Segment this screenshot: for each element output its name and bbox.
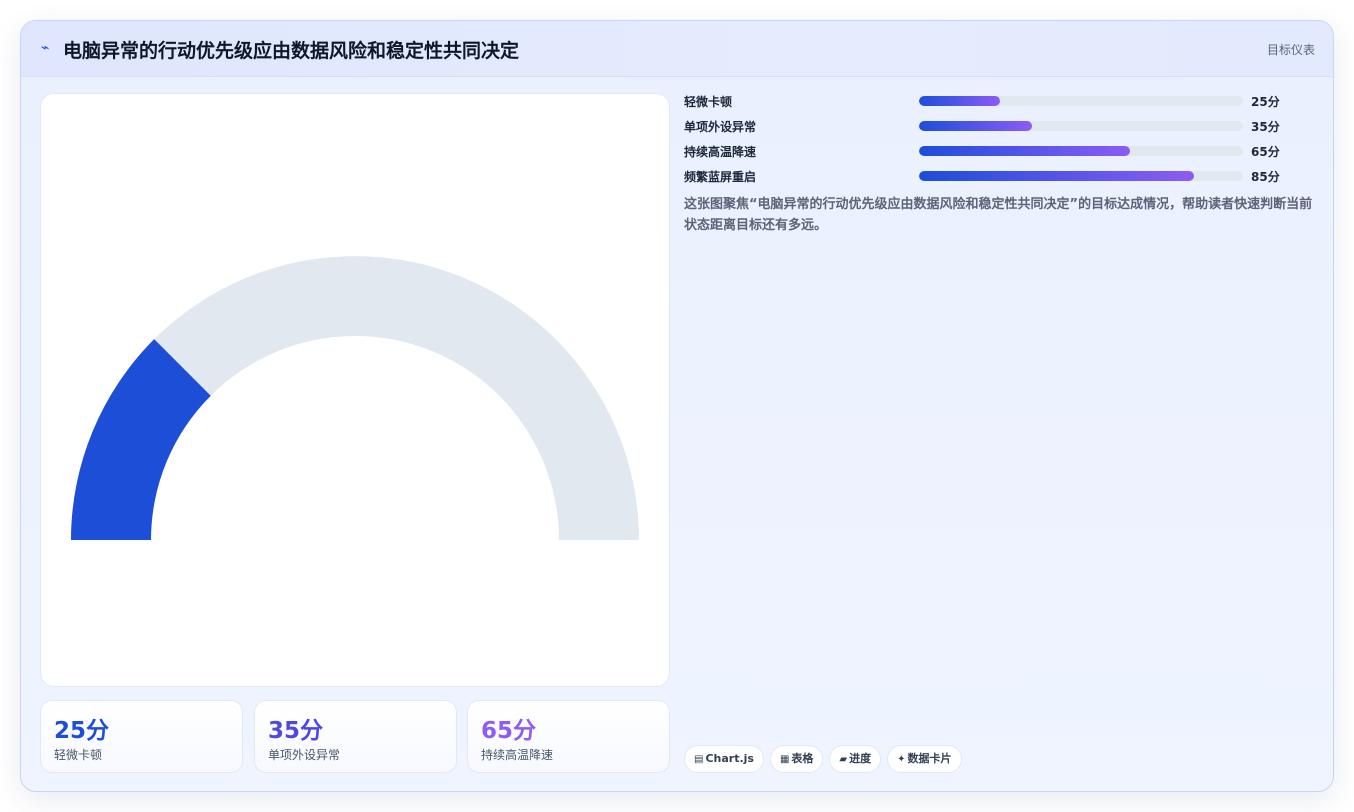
progress-fill xyxy=(919,171,1195,181)
stat-card: 65分 持续高温降速 xyxy=(467,700,670,773)
gauge-chart xyxy=(71,256,639,540)
stat-label: 轻微卡顿 xyxy=(54,748,103,762)
chip-label: 进度 xyxy=(849,752,872,765)
progress-fill xyxy=(919,146,1130,156)
progress-label: 频繁蓝屏重启 xyxy=(684,170,757,184)
progress-value: 65分 xyxy=(1251,145,1280,159)
tech-chips: ▤ Chart.js ▦ 表格 ▰ 进度 ✦ 数据卡片 xyxy=(684,745,968,773)
dashboard-card: ⌁ 电脑异常的行动优先级应由数据风险和稳定性共同决定 目标仪表 25分 轻微卡顿… xyxy=(20,20,1334,792)
progress-row: 单项外设异常 35分 xyxy=(684,118,1284,143)
progress-value: 25分 xyxy=(1251,95,1280,109)
chip-progress[interactable]: ▰ 进度 xyxy=(829,745,882,773)
stat-value: 25分 xyxy=(54,718,110,744)
progress-icon: ▰ xyxy=(839,754,848,765)
chip-data-card[interactable]: ✦ 数据卡片 xyxy=(887,745,962,773)
stat-card: 35分 单项外设异常 xyxy=(254,700,457,773)
progress-row: 轻微卡顿 25分 xyxy=(684,93,1284,118)
chart-description: 这张图聚焦“电脑异常的行动优先级应由数据风险和稳定性共同决定”的目标达成情况，帮… xyxy=(684,197,1313,233)
chip-label: 表格 xyxy=(791,752,814,765)
card-header: ⌁ 电脑异常的行动优先级应由数据风险和稳定性共同决定 目标仪表 xyxy=(21,21,1333,77)
chip-label: Chart.js xyxy=(705,752,754,765)
progress-label: 轻微卡顿 xyxy=(684,95,733,109)
gauge-panel xyxy=(40,93,670,687)
stat-value: 35分 xyxy=(268,718,324,744)
header-tag: 目标仪表 xyxy=(1266,43,1315,57)
progress-fill xyxy=(919,96,1000,106)
stat-label: 持续高温降速 xyxy=(481,748,554,762)
progress-track xyxy=(919,121,1243,131)
progress-label: 持续高温降速 xyxy=(684,145,757,159)
progress-list: 轻微卡顿 25分 单项外设异常 35分 持续高温降速 65分 频繁蓝屏重启 85… xyxy=(684,93,1284,193)
progress-track xyxy=(919,171,1243,181)
table-icon: ▦ xyxy=(779,754,790,765)
chip-chartjs[interactable]: ▤ Chart.js xyxy=(684,745,764,773)
chart-icon: ▤ xyxy=(694,754,704,765)
chip-table[interactable]: ▦ 表格 xyxy=(769,745,824,773)
progress-value: 35分 xyxy=(1251,120,1280,134)
chip-label: 数据卡片 xyxy=(907,752,952,765)
sparkle-icon: ✦ xyxy=(897,754,906,765)
progress-value: 85分 xyxy=(1251,170,1280,184)
stat-value: 65分 xyxy=(481,718,537,744)
stat-card: 25分 轻微卡顿 xyxy=(40,700,243,773)
progress-row: 持续高温降速 65分 xyxy=(684,143,1284,168)
progress-track xyxy=(919,146,1243,156)
progress-row: 频繁蓝屏重启 85分 xyxy=(684,168,1284,193)
progress-track xyxy=(919,96,1243,106)
progress-label: 单项外设异常 xyxy=(684,120,757,134)
progress-fill xyxy=(919,121,1033,131)
bolt-icon: ⌁ xyxy=(41,40,50,56)
stat-label: 单项外设异常 xyxy=(268,748,341,762)
page-title: 电脑异常的行动优先级应由数据风险和稳定性共同决定 xyxy=(63,40,520,62)
